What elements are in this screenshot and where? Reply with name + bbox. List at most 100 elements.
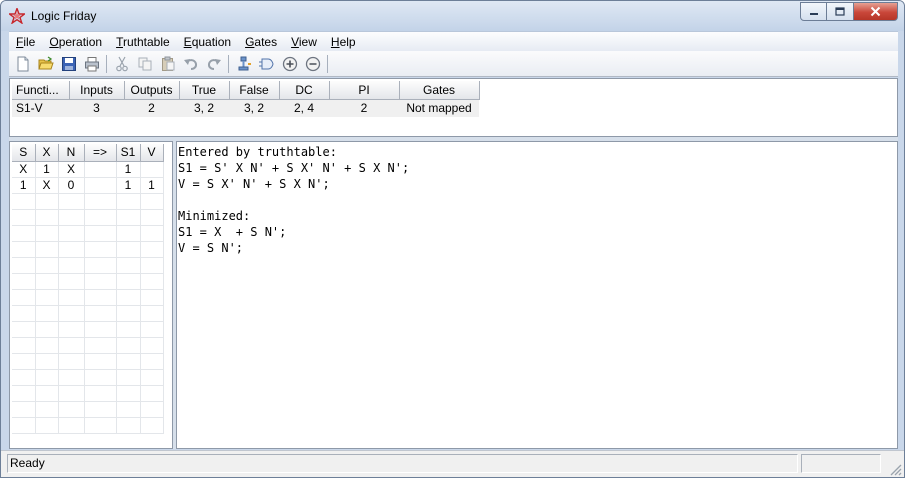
tt-cell[interactable] xyxy=(12,209,36,226)
menu-operation[interactable]: Operation xyxy=(42,32,109,52)
close-button[interactable] xyxy=(854,2,898,21)
tt-cell[interactable] xyxy=(84,177,117,194)
tt-cell[interactable] xyxy=(116,385,141,402)
tt-cell[interactable] xyxy=(58,385,85,402)
tt-col-arrow[interactable]: => xyxy=(84,144,117,162)
tt-cell[interactable] xyxy=(35,353,59,370)
truthtable-empty-row[interactable] xyxy=(12,369,164,386)
redo-button[interactable] xyxy=(202,53,225,75)
col-false[interactable]: False xyxy=(229,81,280,100)
truthtable-empty-row[interactable] xyxy=(12,257,164,274)
tt-cell[interactable] xyxy=(140,337,164,354)
tt-cell[interactable] xyxy=(58,337,85,354)
tt-cell[interactable] xyxy=(58,401,85,418)
cut-button[interactable] xyxy=(110,53,133,75)
undo-button[interactable] xyxy=(179,53,202,75)
tt-cell[interactable] xyxy=(84,401,117,418)
tt-cell[interactable]: X xyxy=(35,177,59,194)
tt-cell[interactable] xyxy=(84,353,117,370)
tt-cell[interactable] xyxy=(12,369,36,386)
tt-cell[interactable] xyxy=(35,321,59,338)
tt-cell[interactable] xyxy=(12,353,36,370)
equation-panel[interactable]: Entered by truthtable: S1 = S' X N' + S … xyxy=(176,141,898,449)
truthtable-empty-row[interactable] xyxy=(12,321,164,338)
save-button[interactable] xyxy=(57,53,80,75)
gate-button[interactable] xyxy=(255,53,278,75)
maximize-button[interactable] xyxy=(827,2,854,21)
tt-cell[interactable] xyxy=(58,241,85,258)
tt-cell[interactable] xyxy=(58,289,85,306)
tt-cell[interactable] xyxy=(35,209,59,226)
tt-cell[interactable] xyxy=(58,273,85,290)
tt-cell[interactable] xyxy=(12,305,36,322)
tt-cell[interactable] xyxy=(140,273,164,290)
tt-cell[interactable] xyxy=(12,241,36,258)
tt-cell[interactable] xyxy=(58,257,85,274)
tt-cell[interactable] xyxy=(58,417,85,434)
truthtable-empty-row[interactable] xyxy=(12,193,164,210)
tt-cell[interactable] xyxy=(58,321,85,338)
truthtable-empty-row[interactable] xyxy=(12,417,164,434)
tt-cell[interactable] xyxy=(35,337,59,354)
tt-cell[interactable] xyxy=(58,209,85,226)
tt-cell[interactable] xyxy=(140,305,164,322)
function-row[interactable]: S1-V 3 2 3, 2 3, 2 2, 4 2 Not mapped xyxy=(12,99,479,117)
tt-cell[interactable] xyxy=(140,417,164,434)
remove-button[interactable] xyxy=(301,53,324,75)
tt-cell[interactable] xyxy=(140,289,164,306)
resize-grip-icon[interactable] xyxy=(888,462,902,476)
truthtable-panel[interactable]: S X N => S1 V X 1 X 1 1 X 0 1 1 xyxy=(9,141,173,449)
menu-file[interactable]: File xyxy=(9,32,42,52)
function-list[interactable]: Functi... Inputs Outputs True False DC P… xyxy=(9,78,898,137)
copy-button[interactable] xyxy=(133,53,156,75)
tt-cell[interactable]: 1 xyxy=(12,177,36,194)
tt-cell[interactable] xyxy=(35,257,59,274)
tt-cell[interactable] xyxy=(84,241,117,258)
tt-cell[interactable] xyxy=(58,369,85,386)
tt-cell[interactable] xyxy=(12,193,36,210)
new-button[interactable] xyxy=(11,53,34,75)
tt-cell[interactable] xyxy=(84,273,117,290)
tt-cell[interactable] xyxy=(140,193,164,210)
tt-cell[interactable] xyxy=(58,305,85,322)
tt-cell[interactable] xyxy=(140,225,164,242)
add-button[interactable] xyxy=(278,53,301,75)
tt-cell[interactable] xyxy=(35,385,59,402)
minimize-button[interactable] xyxy=(800,2,827,21)
tt-cell[interactable] xyxy=(84,225,117,242)
truthtable-empty-row[interactable] xyxy=(12,241,164,258)
tt-cell[interactable] xyxy=(116,289,141,306)
open-button[interactable] xyxy=(34,53,57,75)
tt-cell[interactable] xyxy=(116,273,141,290)
paste-button[interactable] xyxy=(156,53,179,75)
tt-cell[interactable] xyxy=(12,337,36,354)
tt-cell[interactable] xyxy=(12,385,36,402)
tt-cell[interactable] xyxy=(84,161,117,178)
menu-equation[interactable]: Equation xyxy=(177,32,238,52)
tt-cell[interactable] xyxy=(116,193,141,210)
tt-cell[interactable] xyxy=(12,289,36,306)
tt-col-x[interactable]: X xyxy=(35,144,59,162)
tt-col-n[interactable]: N xyxy=(58,144,85,162)
truthtable-empty-row[interactable] xyxy=(12,305,164,322)
tt-cell[interactable] xyxy=(116,417,141,434)
tt-cell[interactable]: 1 xyxy=(140,177,164,194)
minimize-logic-button[interactable] xyxy=(232,53,255,75)
tt-cell[interactable] xyxy=(116,257,141,274)
tt-cell[interactable] xyxy=(12,417,36,434)
tt-cell[interactable] xyxy=(58,193,85,210)
tt-cell[interactable]: X xyxy=(58,161,85,178)
tt-cell[interactable] xyxy=(116,305,141,322)
tt-cell[interactable]: X xyxy=(12,161,36,178)
tt-cell[interactable] xyxy=(140,241,164,258)
truthtable-empty-row[interactable] xyxy=(12,209,164,226)
tt-cell[interactable] xyxy=(84,209,117,226)
tt-cell[interactable] xyxy=(116,401,141,418)
tt-cell[interactable] xyxy=(35,193,59,210)
tt-col-v[interactable]: V xyxy=(140,144,164,162)
tt-cell[interactable]: 1 xyxy=(35,161,59,178)
menu-view[interactable]: View xyxy=(284,32,324,52)
menu-gates[interactable]: Gates xyxy=(238,32,284,52)
tt-cell[interactable] xyxy=(84,321,117,338)
col-gates[interactable]: Gates xyxy=(399,81,480,100)
